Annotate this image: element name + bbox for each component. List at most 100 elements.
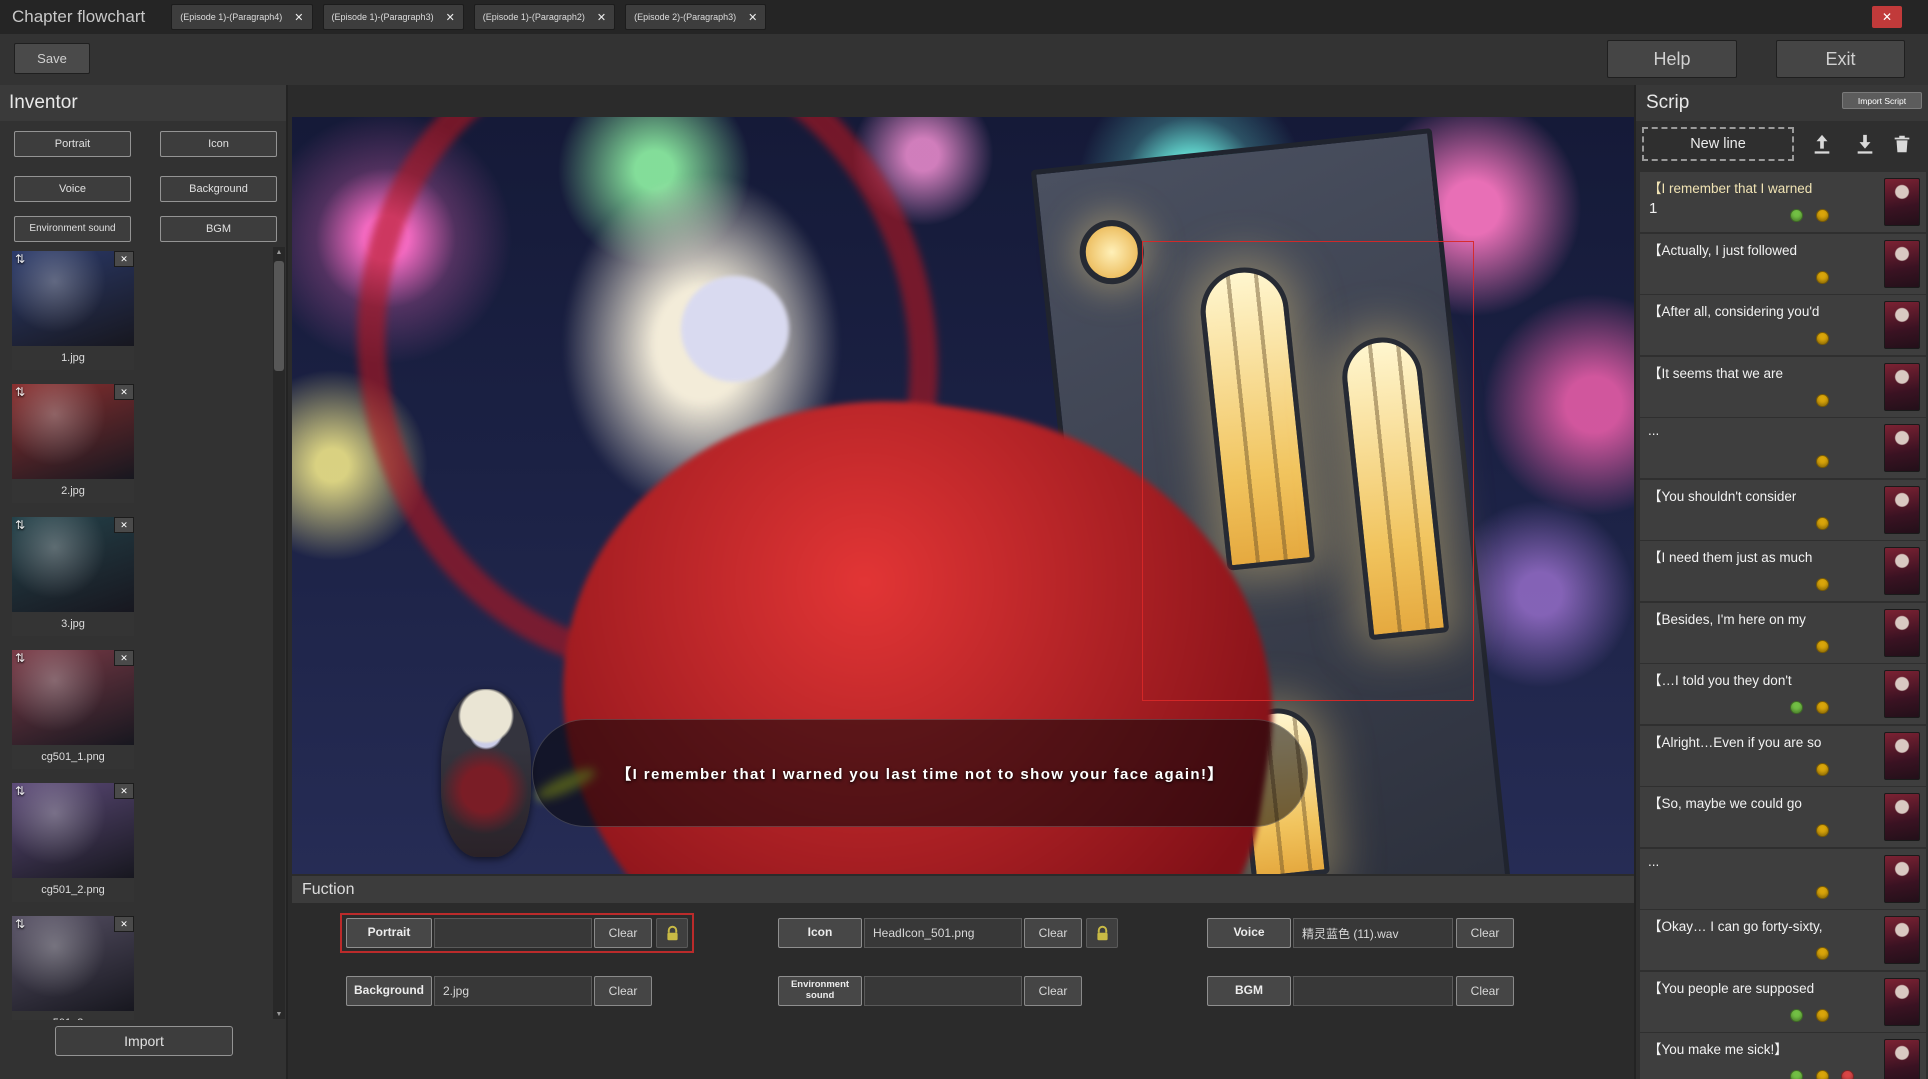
- asset-thumbnail[interactable]: ⇅ ✕: [12, 916, 134, 1011]
- asset-item[interactable]: ⇅ ✕ cg501_1.png: [12, 650, 134, 769]
- asset-delete-button[interactable]: ✕: [114, 783, 134, 799]
- script-line[interactable]: ...: [1640, 418, 1926, 478]
- script-line[interactable]: 【You people are supposed: [1640, 972, 1926, 1032]
- asset-item[interactable]: ⇅ ✕ cg501_2.png: [12, 783, 134, 902]
- asset-thumbnail[interactable]: ⇅ ✕: [12, 384, 134, 479]
- icon-lock-button[interactable]: [1086, 918, 1118, 948]
- background-field-label[interactable]: Background: [346, 976, 432, 1006]
- status-dot-yellow: [1816, 271, 1829, 284]
- voice-clear-button[interactable]: Clear: [1456, 918, 1514, 948]
- script-line-list: 【I remember that I warned 1 【Actually, I…: [1640, 172, 1926, 1079]
- tab-episode1-paragraph4[interactable]: (Episode 1)-(Paragraph4) ✕: [171, 4, 312, 30]
- script-line[interactable]: 【So, maybe we could go: [1640, 787, 1926, 847]
- category-bgm-button[interactable]: BGM: [160, 216, 277, 242]
- background-field-value[interactable]: 2.jpg: [434, 976, 592, 1006]
- scroll-down-icon[interactable]: ▼: [273, 1009, 285, 1019]
- upload-line-button[interactable]: [1807, 129, 1837, 159]
- function-panel-title: Fuction: [292, 876, 1634, 903]
- bgm-clear-button[interactable]: Clear: [1456, 976, 1514, 1006]
- script-line-text: ...: [1648, 423, 1659, 438]
- voice-field-label[interactable]: Voice: [1207, 918, 1291, 948]
- tab-episode1-paragraph2[interactable]: (Episode 1)-(Paragraph2) ✕: [474, 4, 615, 30]
- script-line[interactable]: 【Alright…Even if you are so: [1640, 726, 1926, 786]
- exit-button[interactable]: Exit: [1776, 40, 1905, 78]
- asset-thumbnail[interactable]: ⇅ ✕: [12, 517, 134, 612]
- icon-field-value[interactable]: HeadIcon_501.png: [864, 918, 1022, 948]
- asset-thumbnail[interactable]: ⇅ ✕: [12, 251, 134, 346]
- tab-close-icon[interactable]: ✕: [446, 11, 455, 24]
- script-line[interactable]: 【I remember that I warned 1: [1640, 172, 1926, 232]
- background-clear-button[interactable]: Clear: [594, 976, 652, 1006]
- bgm-field-label[interactable]: BGM: [1207, 976, 1291, 1006]
- environment-sound-clear-button[interactable]: Clear: [1024, 976, 1082, 1006]
- category-environment-sound-button[interactable]: Environment sound: [14, 216, 131, 242]
- tab-episode2-paragraph3[interactable]: (Episode 2)-(Paragraph3) ✕: [625, 4, 766, 30]
- asset-thumbnail[interactable]: ⇅ ✕: [12, 783, 134, 878]
- asset-grid: ⇅ ✕ 1.jpg ⇅ ✕ 2.jpg ⇅ ✕ 3.jpg: [0, 245, 272, 1020]
- portrait-field-value[interactable]: [434, 918, 592, 948]
- asset-thumbnail[interactable]: ⇅ ✕: [12, 650, 134, 745]
- import-button[interactable]: Import: [55, 1026, 233, 1056]
- script-line[interactable]: ...: [1640, 849, 1926, 909]
- scroll-up-icon[interactable]: ▲: [273, 247, 285, 257]
- asset-scrollbar[interactable]: ▲ ▼: [273, 247, 285, 1019]
- script-line[interactable]: 【Okay… I can go forty-sixty,: [1640, 910, 1926, 970]
- asset-item[interactable]: ⇅ ✕ 2.jpg: [12, 384, 134, 503]
- window-close-button[interactable]: ✕: [1872, 6, 1902, 28]
- script-line[interactable]: 【You make me sick!】: [1640, 1033, 1926, 1079]
- tab-close-icon[interactable]: ✕: [597, 11, 606, 24]
- help-button[interactable]: Help: [1607, 40, 1737, 78]
- script-line[interactable]: 【Actually, I just followed: [1640, 234, 1926, 294]
- script-line[interactable]: 【It seems that we are: [1640, 357, 1926, 417]
- script-line[interactable]: 【You shouldn't consider: [1640, 480, 1926, 540]
- asset-filename: 3.jpg: [12, 612, 134, 636]
- script-line[interactable]: 【After all, considering you'd: [1640, 295, 1926, 355]
- category-portrait-button[interactable]: Portrait: [14, 131, 131, 157]
- inventory-title: Inventor: [0, 85, 286, 121]
- tab-close-icon[interactable]: ✕: [294, 11, 303, 24]
- asset-delete-button[interactable]: ✕: [114, 916, 134, 932]
- tab-close-icon[interactable]: ✕: [748, 11, 757, 24]
- inventory-panel: Inventor Portrait Icon Voice Background …: [0, 85, 288, 1079]
- delete-line-button[interactable]: [1887, 129, 1917, 159]
- script-line-text: 【After all, considering you'd: [1648, 300, 1819, 320]
- script-line-text: 【Okay… I can go forty-sixty,: [1648, 915, 1823, 935]
- line-portrait-thumbnail: [1884, 486, 1920, 534]
- portrait-field-label[interactable]: Portrait: [346, 918, 432, 948]
- tab-episode1-paragraph3[interactable]: (Episode 1)-(Paragraph3) ✕: [323, 4, 464, 30]
- insert-line-button[interactable]: [1850, 129, 1880, 159]
- portrait-clear-button[interactable]: Clear: [594, 918, 652, 948]
- portrait-lock-button[interactable]: [656, 918, 688, 948]
- line-portrait-thumbnail: [1884, 916, 1920, 964]
- asset-delete-button[interactable]: ✕: [114, 384, 134, 400]
- asset-delete-button[interactable]: ✕: [114, 251, 134, 267]
- voice-field-value[interactable]: 精灵蓝色 (11).wav: [1293, 918, 1453, 948]
- icon-field-label[interactable]: Icon: [778, 918, 862, 948]
- script-line[interactable]: 【I need them just as much: [1640, 541, 1926, 601]
- script-line[interactable]: 【Besides, I'm here on my: [1640, 603, 1926, 663]
- save-button[interactable]: Save: [14, 43, 90, 74]
- status-dot-red: [1841, 1070, 1854, 1079]
- scrollbar-thumb[interactable]: [274, 261, 284, 371]
- line-portrait-thumbnail: [1884, 547, 1920, 595]
- category-background-button[interactable]: Background: [160, 176, 277, 202]
- script-line-text: 【…I told you they don't: [1648, 669, 1792, 689]
- icon-clear-button[interactable]: Clear: [1024, 918, 1082, 948]
- environment-sound-field-label[interactable]: Environment sound: [778, 976, 862, 1006]
- toolbar: Save Help Exit: [0, 34, 1928, 85]
- status-dot-yellow: [1816, 947, 1829, 960]
- category-icon-button[interactable]: Icon: [160, 131, 277, 157]
- environment-sound-field-value[interactable]: [864, 976, 1022, 1006]
- import-script-button[interactable]: Import Script: [1842, 92, 1922, 109]
- selection-rectangle[interactable]: [1142, 241, 1474, 701]
- new-line-button[interactable]: New line: [1642, 127, 1794, 161]
- asset-item[interactable]: ⇅ ✕ cg501_3.png: [12, 916, 134, 1020]
- line-number: 1: [1649, 200, 1657, 217]
- asset-delete-button[interactable]: ✕: [114, 517, 134, 533]
- bgm-field-value[interactable]: [1293, 976, 1453, 1006]
- category-voice-button[interactable]: Voice: [14, 176, 131, 202]
- asset-delete-button[interactable]: ✕: [114, 650, 134, 666]
- script-line[interactable]: 【…I told you they don't: [1640, 664, 1926, 724]
- asset-item[interactable]: ⇅ ✕ 3.jpg: [12, 517, 134, 636]
- asset-item[interactable]: ⇅ ✕ 1.jpg: [12, 251, 134, 370]
